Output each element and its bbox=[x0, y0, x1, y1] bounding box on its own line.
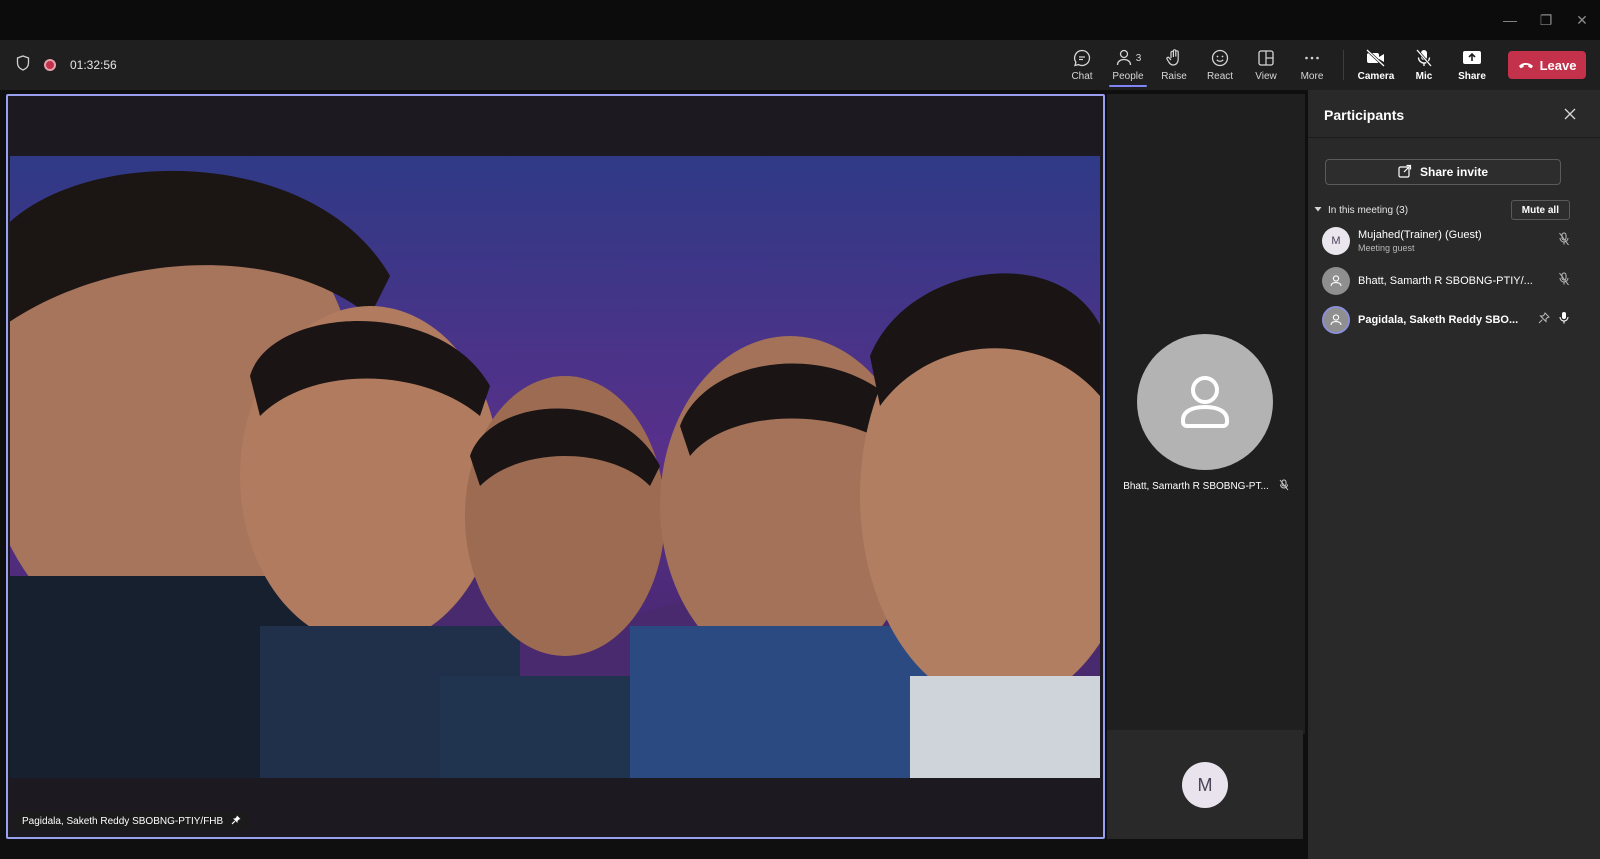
participant-info: Pagidala, Saketh Reddy SBO... bbox=[1358, 314, 1538, 326]
people-label: People bbox=[1112, 71, 1144, 82]
toolbar-actions: Chat 3 People Raise React View More Came… bbox=[1059, 40, 1586, 90]
participant-status bbox=[1558, 232, 1570, 251]
side-tile-name: Bhatt, Samarth R SBOBNG-PT... bbox=[1123, 481, 1269, 492]
participant-row[interactable]: Pagidala, Saketh Reddy SBO... bbox=[1322, 302, 1570, 338]
person-icon bbox=[1330, 314, 1342, 326]
panel-divider bbox=[1308, 137, 1600, 138]
participant-role: Meeting guest bbox=[1358, 243, 1415, 253]
share-invite-label: Share invite bbox=[1419, 165, 1489, 179]
shield-icon bbox=[16, 54, 30, 76]
side-tile-name-tag: Bhatt, Samarth R SBOBNG-PT... bbox=[1107, 479, 1305, 494]
avatar bbox=[1137, 334, 1273, 470]
chat-label: Chat bbox=[1071, 71, 1093, 82]
in-meeting-label: In this meeting (3) bbox=[1328, 204, 1409, 216]
close-panel-button[interactable] bbox=[1560, 104, 1580, 124]
raise-hand-button[interactable]: Raise bbox=[1151, 40, 1197, 90]
camera-button[interactable]: Camera bbox=[1352, 40, 1400, 90]
smiley-icon bbox=[1210, 48, 1230, 68]
people-count: 3 bbox=[1135, 52, 1142, 64]
participant-info: Mujahed(Trainer) (Guest) Meeting guest bbox=[1358, 229, 1558, 253]
window-controls: — ❐ ✕ bbox=[1492, 0, 1600, 40]
recording-icon bbox=[44, 59, 56, 71]
meeting-timer: 01:32:56 bbox=[70, 58, 117, 72]
mic-icon bbox=[1558, 311, 1570, 330]
meeting-status: 01:32:56 bbox=[16, 40, 117, 90]
in-meeting-toggle[interactable]: In this meeting (3) bbox=[1314, 205, 1408, 216]
avatar: M bbox=[1322, 227, 1350, 255]
participant-tile-mujahed[interactable]: M bbox=[1107, 730, 1303, 839]
in-meeting-section-header: In this meeting (3) Mute all bbox=[1314, 200, 1570, 220]
meeting-stage: Pagidala, Saketh Reddy SBOBNG-PTIY/FHB B… bbox=[0, 90, 1306, 859]
chat-button[interactable]: Chat bbox=[1059, 40, 1105, 90]
avatar bbox=[1322, 267, 1350, 295]
participant-row[interactable]: Bhatt, Samarth R SBOBNG-PTIY/... bbox=[1322, 263, 1570, 299]
participant-name: Pagidala, Saketh Reddy SBO... bbox=[1358, 314, 1519, 326]
mic-label: Mic bbox=[1415, 71, 1433, 82]
more-dots-icon bbox=[1302, 48, 1322, 68]
leave-button[interactable]: Leave bbox=[1508, 51, 1586, 79]
participant-status bbox=[1558, 272, 1570, 291]
meeting-toolbar: 01:32:56 Chat 3 People Raise React View … bbox=[0, 40, 1600, 90]
panel-title: Participants bbox=[1324, 107, 1405, 123]
mic-button[interactable]: Mic bbox=[1400, 40, 1448, 90]
camera-off-icon bbox=[1365, 48, 1387, 68]
participant-video bbox=[10, 156, 1100, 778]
avatar bbox=[1322, 306, 1350, 334]
react-label: React bbox=[1206, 71, 1234, 82]
participant-name: Mujahed(Trainer) (Guest) bbox=[1358, 229, 1482, 241]
view-button[interactable]: View bbox=[1243, 40, 1289, 90]
leave-label: Leave bbox=[1539, 57, 1577, 73]
avatar: M bbox=[1182, 762, 1228, 808]
people-icon: 3 bbox=[1115, 48, 1142, 68]
toolbar-divider bbox=[1343, 50, 1344, 80]
video-frame-image bbox=[10, 156, 1100, 778]
restore-button[interactable]: ❐ bbox=[1528, 0, 1564, 40]
minimize-button[interactable]: — bbox=[1492, 0, 1528, 40]
hand-icon bbox=[1164, 48, 1184, 68]
view-label: View bbox=[1255, 71, 1277, 82]
close-window-button[interactable]: ✕ bbox=[1564, 0, 1600, 40]
main-tile-name: Pagidala, Saketh Reddy SBOBNG-PTIY/FHB bbox=[22, 815, 224, 827]
mute-all-button[interactable]: Mute all bbox=[1510, 200, 1570, 220]
mic-off-icon bbox=[1558, 272, 1570, 291]
main-video-tile[interactable]: Pagidala, Saketh Reddy SBOBNG-PTIY/FHB bbox=[6, 94, 1105, 839]
share-button[interactable]: Share bbox=[1448, 40, 1496, 90]
participant-name: Bhatt, Samarth R SBOBNG-PTIY/... bbox=[1358, 275, 1533, 287]
share-icon bbox=[1398, 164, 1412, 181]
participant-status bbox=[1538, 311, 1570, 330]
mic-off-icon bbox=[1558, 232, 1570, 251]
pin-icon bbox=[231, 815, 241, 828]
close-icon bbox=[1564, 108, 1576, 120]
people-button[interactable]: 3 People bbox=[1105, 40, 1151, 90]
mic-off-icon bbox=[1414, 48, 1434, 68]
camera-label: Camera bbox=[1357, 71, 1395, 82]
raise-label: Raise bbox=[1161, 71, 1187, 82]
participant-row[interactable]: M Mujahed(Trainer) (Guest) Meeting guest bbox=[1322, 223, 1570, 259]
mic-off-icon bbox=[1279, 479, 1289, 494]
caret-down-icon bbox=[1314, 205, 1322, 216]
main-tile-name-tag: Pagidala, Saketh Reddy SBOBNG-PTIY/FHB bbox=[14, 811, 250, 831]
participant-tile-bhatt[interactable]: Bhatt, Samarth R SBOBNG-PT... bbox=[1107, 94, 1305, 734]
react-button[interactable]: React bbox=[1197, 40, 1243, 90]
more-label: More bbox=[1300, 71, 1324, 82]
title-bar: — ❐ ✕ bbox=[0, 0, 1600, 40]
more-button[interactable]: More bbox=[1289, 40, 1335, 90]
layout-grid-icon bbox=[1256, 48, 1276, 68]
share-invite-button[interactable]: Share invite bbox=[1325, 159, 1561, 185]
participant-info: Bhatt, Samarth R SBOBNG-PTIY/... bbox=[1358, 275, 1558, 287]
phone-hangup-icon bbox=[1518, 58, 1534, 73]
pin-icon[interactable] bbox=[1538, 311, 1550, 329]
share-screen-icon bbox=[1461, 48, 1483, 68]
participants-panel: Participants Share invite In this meetin… bbox=[1308, 90, 1600, 859]
person-icon bbox=[1181, 376, 1229, 428]
share-label: Share bbox=[1458, 71, 1486, 82]
person-icon bbox=[1330, 275, 1342, 287]
chat-icon bbox=[1072, 48, 1092, 68]
